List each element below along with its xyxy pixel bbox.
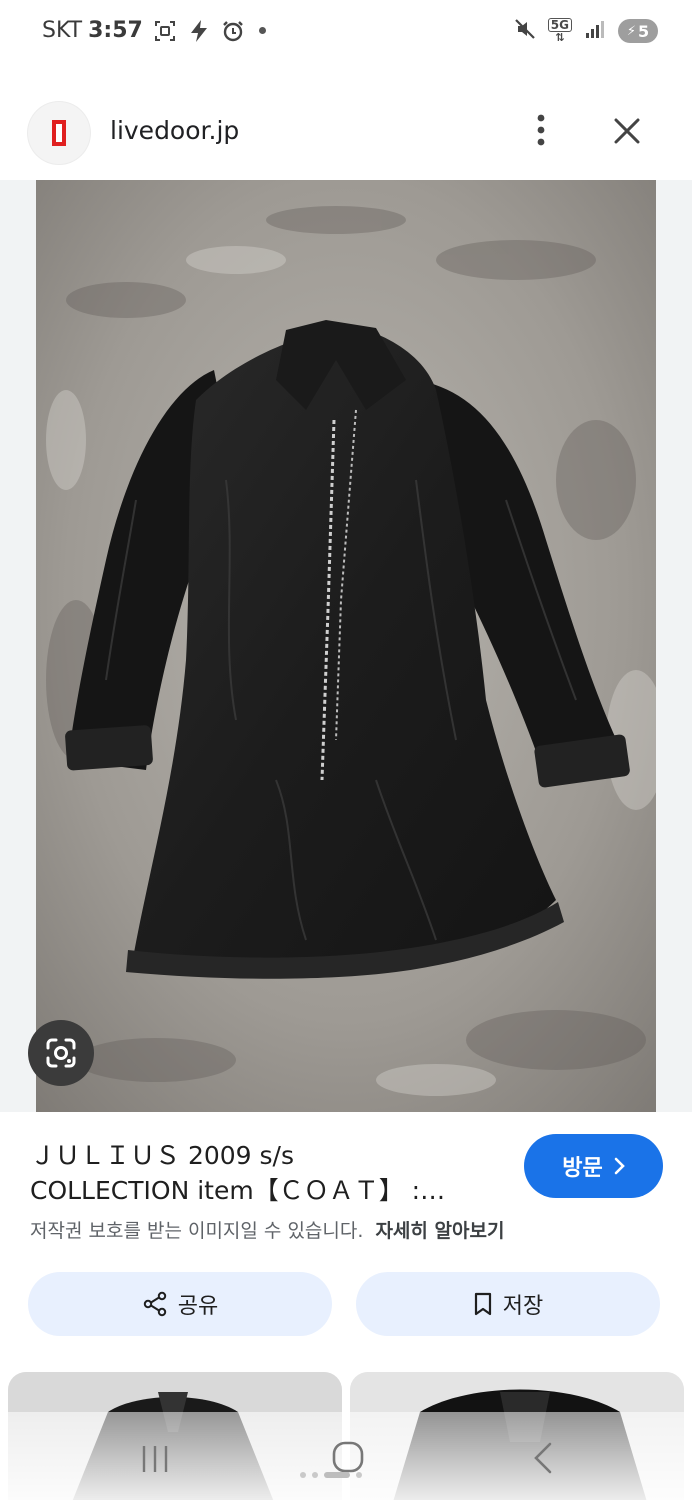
status-left: SKT 3:57 (42, 18, 266, 43)
coat-photo[interactable] (36, 180, 656, 1112)
site-logo-icon[interactable] (28, 102, 90, 164)
google-lens-icon[interactable] (28, 1020, 94, 1086)
home-icon[interactable] (331, 1440, 365, 1474)
carrier-label: SKT (42, 18, 83, 43)
close-icon[interactable] (606, 110, 648, 152)
mute-icon (514, 18, 536, 44)
site-name[interactable]: livedoor.jp (110, 116, 239, 145)
bookmark-icon (474, 1292, 491, 1316)
visit-label: 방문 (562, 1156, 603, 1181)
status-right: 5G ⇅ ⚡ 5 (514, 18, 658, 44)
back-icon[interactable] (528, 1440, 558, 1476)
result-title-line-1: ＪＵＬＩＵＳ 2009 s/s (30, 1141, 294, 1170)
image-viewer (0, 180, 692, 1112)
clock: 3:57 (88, 18, 143, 43)
notification-dot-icon (258, 27, 266, 34)
copyright-text: 저작권 보호를 받는 이미지일 수 있습니다. (30, 1220, 364, 1242)
share-label: 공유 (177, 1294, 219, 1319)
learn-more-link[interactable]: 자세히 알아보기 (375, 1220, 504, 1242)
charging-icon: ⚡ (626, 23, 636, 39)
system-navigation-bar (0, 1430, 692, 1500)
page-indicator (300, 1472, 362, 1478)
page-dot (312, 1472, 318, 1478)
share-button[interactable]: 공유 (28, 1272, 332, 1336)
battery-indicator: ⚡ 5 (618, 19, 658, 43)
copyright-notice: 저작권 보호를 받는 이미지일 수 있습니다. 자세히 알아보기 (30, 1216, 504, 1243)
network-type: 5G ⇅ (547, 18, 572, 44)
data-arrows-icon: ⇅ (555, 31, 565, 44)
chevron-right-icon (614, 1157, 625, 1175)
browser-header: livedoor.jp (0, 96, 692, 174)
page-dot (356, 1472, 362, 1478)
signal-icon (584, 18, 606, 44)
visit-button[interactable]: 방문 (524, 1134, 663, 1198)
more-vert-icon[interactable] (524, 110, 558, 150)
result-title-line-2: COLLECTION item【ＣＯＡＴ】 :… (30, 1176, 446, 1205)
page-dot (300, 1472, 306, 1478)
screenshot-icon (153, 19, 177, 43)
save-label: 저장 (502, 1294, 544, 1319)
result-title[interactable]: ＪＵＬＩＵＳ 2009 s/s COLLECTION item【ＣＯＡＴ】 :… (30, 1138, 500, 1208)
page-dot-active (324, 1472, 350, 1478)
share-icon (143, 1291, 166, 1317)
alarm-icon (221, 19, 245, 43)
lightning-icon (187, 19, 211, 43)
recent-apps-icon[interactable] (140, 1442, 170, 1476)
save-button[interactable]: 저장 (356, 1272, 660, 1336)
status-bar: SKT 3:57 5G ⇅ ⚡ 5 (0, 0, 692, 66)
